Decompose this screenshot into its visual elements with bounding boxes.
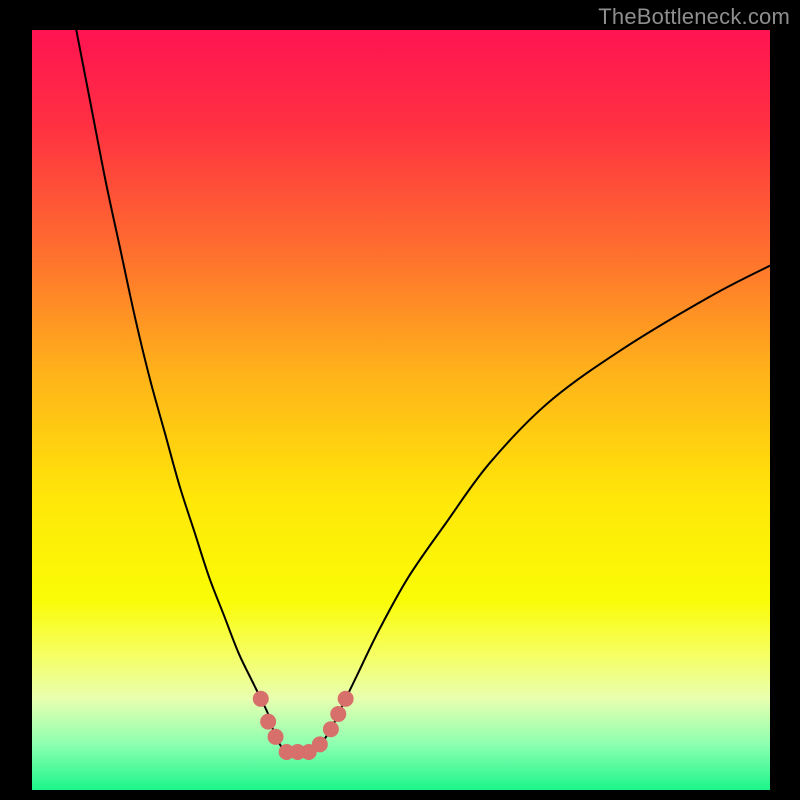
highlight-dot [312,736,328,752]
highlight-dot [260,714,276,730]
chart-frame: TheBottleneck.com [0,0,800,800]
plot-background [32,30,770,790]
highlight-dot [338,691,354,707]
bottleneck-chart [0,0,800,800]
watermark-text: TheBottleneck.com [598,4,790,30]
highlight-dot [268,729,284,745]
highlight-dot [323,721,339,737]
highlight-dot [330,706,346,722]
highlight-dot [253,691,269,707]
